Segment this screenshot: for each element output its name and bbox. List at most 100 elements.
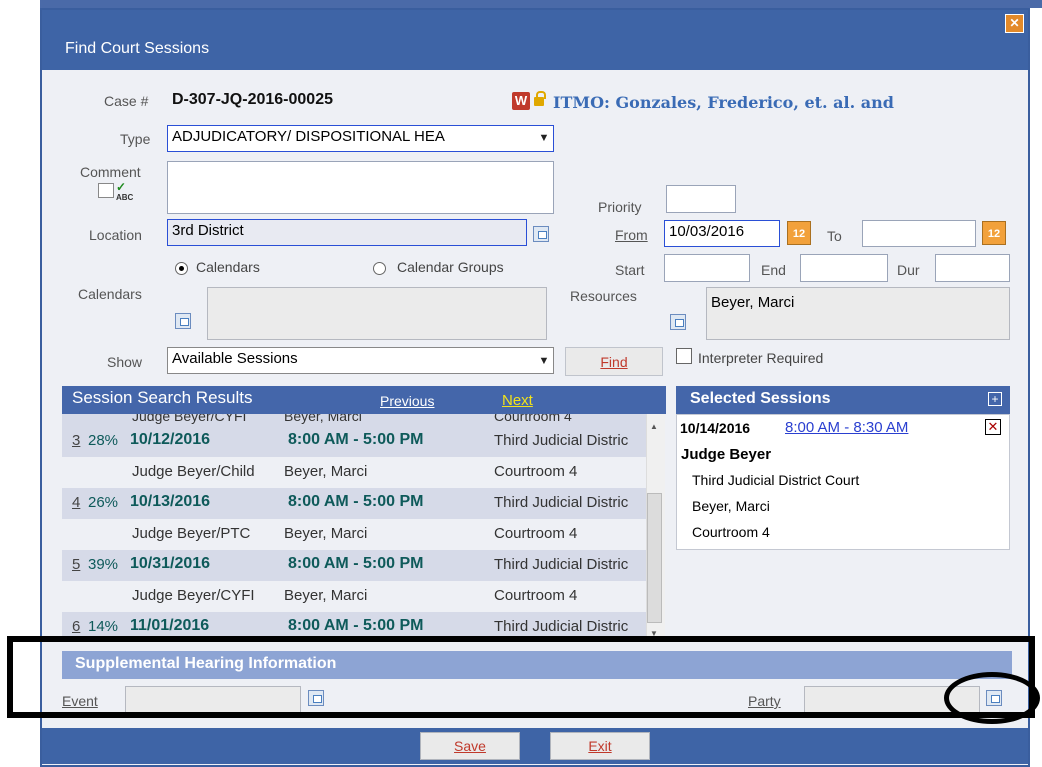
- case-label: Case #: [104, 93, 149, 109]
- selected-judge: Judge Beyer: [681, 446, 772, 463]
- chevron-down-icon[interactable]: ▼: [536, 127, 552, 150]
- end-label: End: [761, 262, 786, 278]
- resources-list[interactable]: Beyer, Marci: [706, 287, 1010, 340]
- from-date-input[interactable]: 10/03/2016: [664, 220, 780, 247]
- row-date: 10/31/2016: [130, 555, 211, 572]
- selected-court: Third Judicial District Court: [692, 472, 860, 488]
- type-label: Type: [120, 131, 151, 147]
- spellcheck-icon[interactable]: ✓: [116, 180, 126, 194]
- resources-lookup-icon[interactable]: [670, 314, 686, 330]
- row-number-link[interactable]: 6: [72, 618, 80, 635]
- case-title: ITMO: Gonzales, Frederico, et. al. and: [553, 93, 894, 112]
- to-label: To: [827, 228, 842, 244]
- to-calendar-icon[interactable]: 12: [982, 221, 1006, 245]
- start-label: Start: [615, 262, 645, 278]
- row-person: Beyer, Marci: [284, 587, 368, 604]
- calendars-radio-label: Calendars: [196, 259, 260, 275]
- row-percent: 14%: [88, 618, 119, 635]
- next-link[interactable]: Next: [502, 392, 533, 409]
- row-judge: Judge Beyer/CYFI: [132, 587, 255, 604]
- type-select[interactable]: ADJUDICATORY/ DISPOSITIONAL HEA: [167, 125, 554, 152]
- interpreter-label: Interpreter Required: [698, 350, 824, 366]
- row-percent: 39%: [88, 556, 119, 573]
- from-calendar-icon[interactable]: 12: [787, 221, 811, 245]
- edit-note-icon[interactable]: [98, 183, 114, 198]
- previous-link[interactable]: Previous: [380, 393, 434, 409]
- selected-room: Courtroom 4: [692, 524, 770, 540]
- row-number-link[interactable]: 3: [72, 432, 80, 449]
- to-date-input[interactable]: [862, 220, 976, 247]
- calendar-groups-radio-label: Calendar Groups: [397, 259, 504, 275]
- scroll-up-icon[interactable]: ▲: [650, 422, 658, 431]
- row-number-link[interactable]: 5: [72, 556, 80, 573]
- row-court: Third Judicial Distric: [494, 494, 629, 511]
- selected-person: Beyer, Marci: [692, 498, 770, 514]
- selected-header: Selected Sessions: [690, 390, 831, 407]
- expand-plus-icon[interactable]: +: [988, 392, 1002, 406]
- location-input[interactable]: 3rd District: [167, 219, 527, 246]
- row-court: Third Judicial Distric: [494, 432, 629, 449]
- row-room: Courtroom 4: [494, 587, 578, 604]
- row-time: 8:00 AM - 5:00 PM: [288, 617, 424, 634]
- selected-time-link[interactable]: 8:00 AM - 8:30 AM: [785, 419, 908, 436]
- location-label: Location: [89, 227, 142, 243]
- priority-label: Priority: [598, 199, 642, 215]
- row-date: 10/13/2016: [130, 493, 211, 510]
- location-lookup-icon[interactable]: [533, 226, 549, 242]
- priority-input[interactable]: [666, 185, 736, 213]
- find-button[interactable]: Find: [565, 347, 663, 376]
- comment-input[interactable]: [167, 161, 554, 214]
- row-person: Beyer, Marci: [284, 463, 368, 480]
- annotation-highlight-box: [7, 636, 1035, 718]
- partial-judge: Judge Beyer/CYFI: [132, 414, 247, 424]
- row-time: 8:00 AM - 5:00 PM: [288, 431, 424, 448]
- row-judge: Judge Beyer/Child: [132, 463, 255, 480]
- close-icon[interactable]: ✕: [1005, 14, 1024, 33]
- from-label: From: [615, 227, 648, 243]
- duration-input[interactable]: [935, 254, 1010, 282]
- row-date: 11/01/2016: [130, 617, 210, 634]
- row-time: 8:00 AM - 5:00 PM: [288, 555, 424, 572]
- scrollbar-thumb[interactable]: [647, 493, 662, 623]
- show-label: Show: [107, 354, 143, 370]
- partial-room: Courtroom 4: [494, 414, 572, 424]
- remove-session-icon[interactable]: ✕: [985, 419, 1001, 435]
- start-time-input[interactable]: [664, 254, 750, 282]
- exit-button[interactable]: Exit: [550, 732, 650, 760]
- show-chevron-down-icon[interactable]: ▼: [536, 350, 552, 372]
- row-person: Beyer, Marci: [284, 525, 368, 542]
- row-percent: 28%: [88, 432, 119, 449]
- save-button[interactable]: Save: [420, 732, 520, 760]
- row-room: Courtroom 4: [494, 463, 578, 480]
- calendars-list[interactable]: [207, 287, 547, 340]
- footer-bar: [42, 728, 1028, 764]
- lock-shackle: [536, 91, 546, 99]
- row-judge: Judge Beyer/PTC: [132, 525, 251, 542]
- outer-top-bar: [40, 0, 1042, 8]
- show-select[interactable]: Available Sessions: [167, 347, 554, 374]
- word-doc-icon[interactable]: W: [512, 92, 530, 110]
- row-court: Third Judicial Distric: [494, 556, 629, 573]
- comment-label: Comment: [80, 164, 141, 180]
- calendar-groups-radio[interactable]: [373, 262, 386, 275]
- row-number-link[interactable]: 4: [72, 494, 80, 511]
- partial-person: Beyer, Marci: [284, 414, 362, 424]
- row-time: 8:00 AM - 5:00 PM: [288, 493, 424, 510]
- calendars-radio[interactable]: [175, 262, 188, 275]
- window-title: Find Court Sessions: [65, 40, 210, 57]
- interpreter-checkbox[interactable]: [676, 348, 692, 364]
- resources-label: Resources: [570, 288, 637, 304]
- selected-date: 10/14/2016: [680, 420, 751, 436]
- row-room: Courtroom 4: [494, 525, 578, 542]
- end-time-input[interactable]: [800, 254, 888, 282]
- row-court: Third Judicial Distric: [494, 618, 629, 635]
- case-number: D-307-JQ-2016-00025: [172, 91, 333, 108]
- results-header: Session Search Results: [72, 388, 253, 407]
- dur-label: Dur: [897, 262, 920, 278]
- calendars-lookup-icon[interactable]: [175, 313, 191, 329]
- row-date: 10/12/2016: [130, 431, 211, 448]
- calendars-label: Calendars: [78, 286, 142, 302]
- spellcheck-abc: ABC: [116, 193, 134, 202]
- annotation-highlight-circle: [944, 672, 1040, 724]
- results-list: Judge Beyer/CYFI Beyer, Marci Courtroom …: [62, 414, 666, 638]
